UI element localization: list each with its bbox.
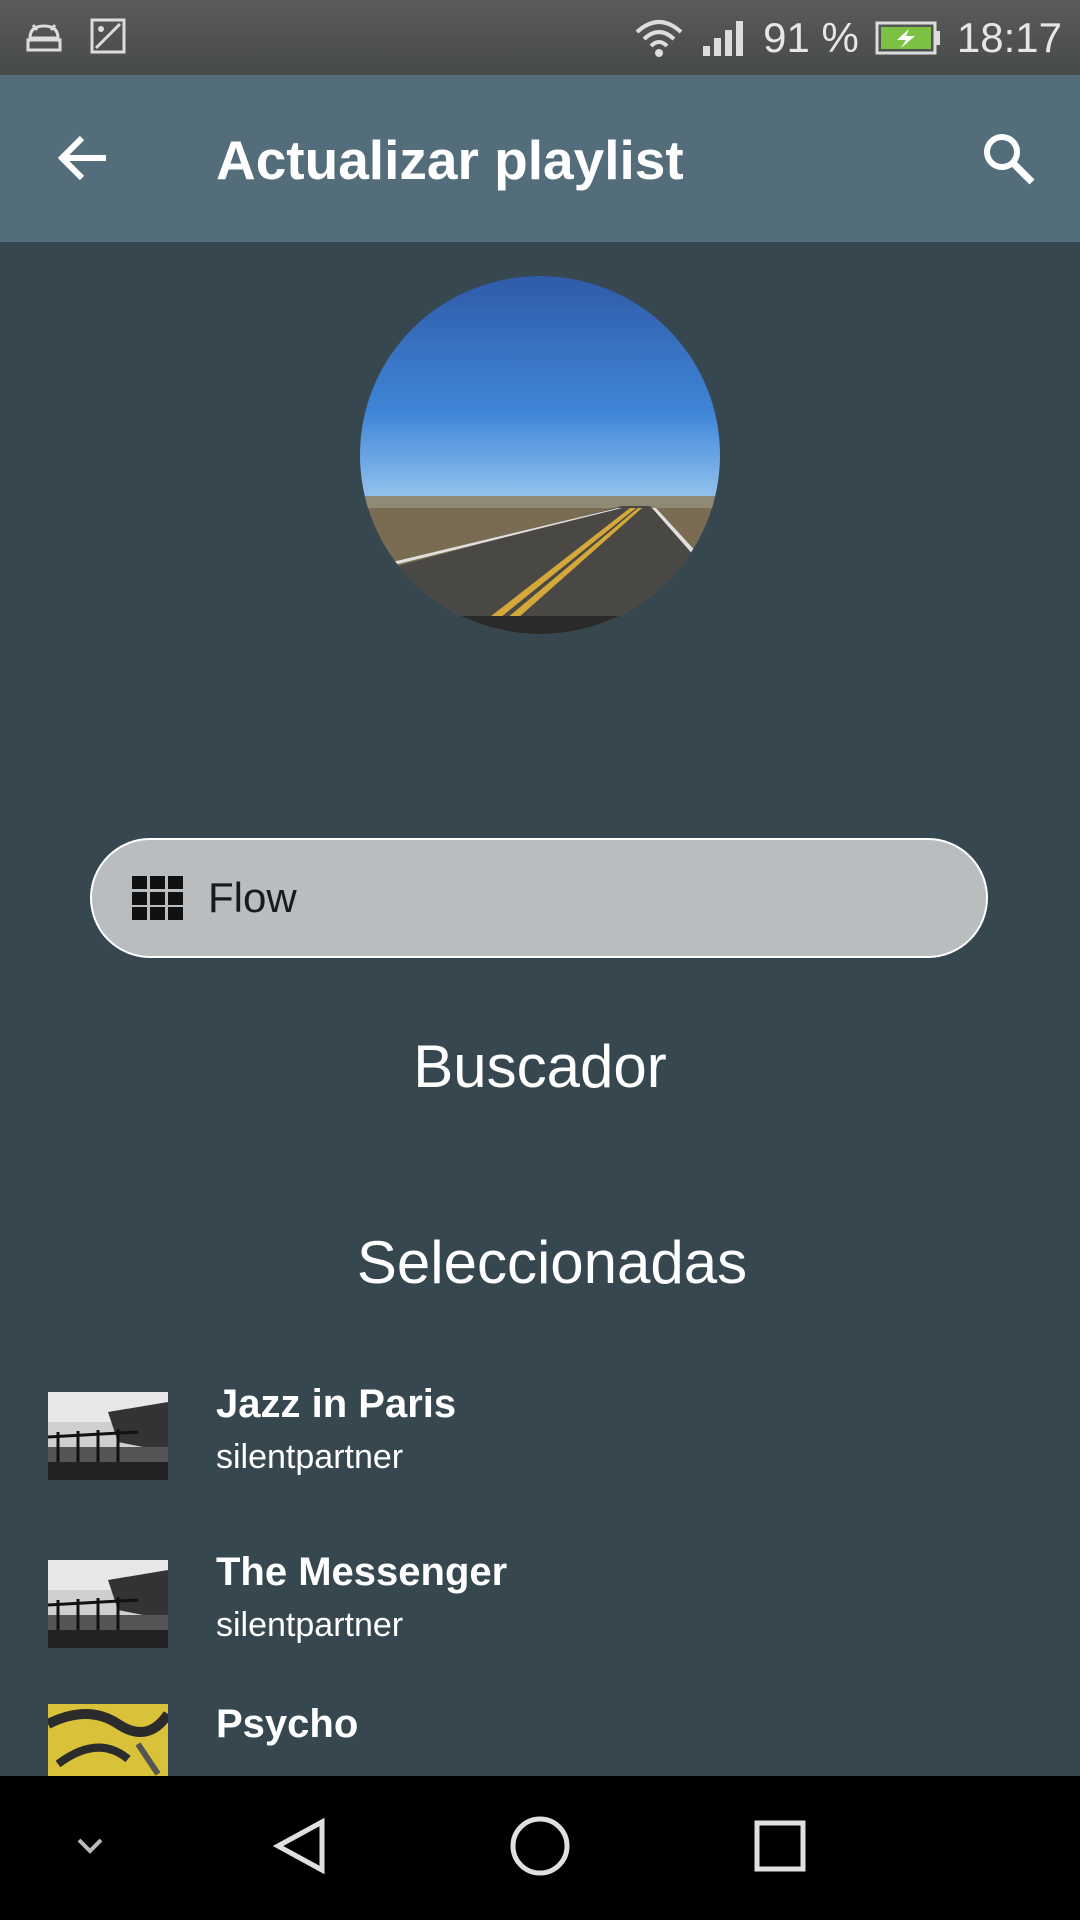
road-photo <box>360 276 720 634</box>
battery-charging-icon <box>875 21 941 55</box>
status-left-icons <box>24 16 128 61</box>
recents-square-icon <box>753 1819 807 1878</box>
playlist-cover-image[interactable] <box>360 276 720 634</box>
home-circle-icon <box>509 1815 571 1882</box>
battery-percent: 91 % <box>763 13 859 61</box>
yellow-abstract-photo <box>48 1704 168 1776</box>
track-title: The Messenger <box>216 1550 508 1594</box>
track-title: Psycho <box>216 1702 359 1746</box>
grid-icon <box>132 876 184 920</box>
nav-back-button[interactable] <box>250 1776 350 1920</box>
wifi-icon <box>633 18 685 58</box>
playlist-update-screen: 91 % 18:17 Actualizar playlist Flow Busc… <box>0 0 1080 1920</box>
android-debug-icon <box>24 16 64 61</box>
flow-mode-button[interactable]: Flow <box>90 838 988 958</box>
gallery-icon <box>88 16 128 61</box>
arrow-back-icon <box>57 134 110 187</box>
hide-keyboard-button[interactable] <box>60 1776 120 1920</box>
track-artist: silentpartner <box>216 1438 404 1476</box>
search-button[interactable] <box>972 125 1044 195</box>
status-bar: 91 % 18:17 <box>0 0 1080 75</box>
pier-photo <box>48 1392 168 1480</box>
track-item[interactable]: The Messenger silentpartner <box>0 1540 1080 1670</box>
flow-button-label: Flow <box>208 874 297 921</box>
chevron-down-icon <box>75 1836 105 1861</box>
selected-section-title: Seleccionadas <box>356 1229 748 1296</box>
nav-home-button[interactable] <box>490 1776 590 1920</box>
back-triangle-icon <box>272 1816 328 1881</box>
track-title: Jazz in Paris <box>216 1382 457 1426</box>
navigation-bar <box>0 1776 1080 1920</box>
search-section-link[interactable]: Buscador <box>0 1032 1080 1101</box>
status-time: 18:17 <box>956 13 1062 61</box>
status-right: 91 % 18:17 <box>633 0 1062 75</box>
signal-icon <box>701 18 747 58</box>
pier-photo <box>48 1560 168 1648</box>
back-button[interactable] <box>48 125 120 195</box>
app-bar: Actualizar playlist <box>0 75 1080 242</box>
nav-recents-button[interactable] <box>730 1776 830 1920</box>
track-artist: silentpartner <box>216 1606 404 1644</box>
search-icon <box>980 130 1036 191</box>
track-item[interactable]: Jazz in Paris silentpartner <box>0 1372 1080 1502</box>
page-title: Actualizar playlist <box>216 129 684 191</box>
